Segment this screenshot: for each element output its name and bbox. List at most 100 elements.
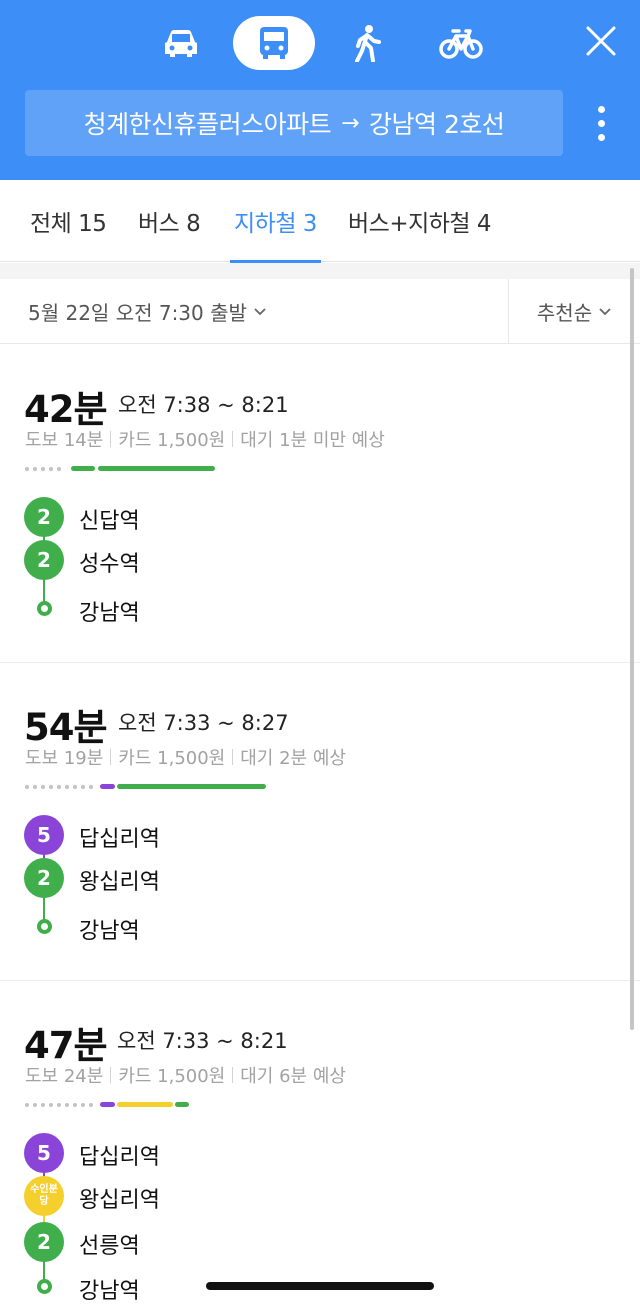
stop-name: 왕십리역	[79, 870, 160, 895]
route-card[interactable]: 42분 오전 7:38 ~ 8:21 도보 14분 카드 1,500원 대기 1…	[0, 345, 640, 663]
walk-dot	[33, 1103, 37, 1107]
line2-badge: 2	[24, 540, 64, 580]
tab-all[interactable]: 전체 15	[30, 180, 107, 262]
origin-label: 청계한신휴플러스아파트	[83, 110, 332, 139]
walk-dot	[25, 785, 29, 789]
walk-dot	[89, 1103, 93, 1107]
walk-dot	[57, 467, 61, 471]
more-dot	[597, 105, 605, 113]
stop-name: 답십리역	[79, 1145, 160, 1170]
car-icon	[165, 30, 197, 57]
divider	[232, 749, 234, 765]
route-progress-bar	[25, 784, 275, 790]
car-mode-button[interactable]	[140, 16, 222, 70]
line5-segment	[100, 1102, 115, 1107]
stop-name: 신답역	[79, 509, 140, 534]
walk-mode-button[interactable]	[326, 16, 408, 70]
wait-time: 대기 2분 예상	[240, 748, 346, 769]
walk-dot	[41, 467, 45, 471]
walk-dot	[33, 467, 37, 471]
divider	[110, 749, 112, 765]
line2-badge: 2	[24, 1222, 64, 1262]
stop-name: 성수역	[79, 552, 140, 577]
route-arrow: →	[341, 110, 360, 136]
departure-time-dropdown[interactable]: 5월 22일 오전 7:30 출발	[28, 279, 267, 344]
route-time-range: 오전 7:33 ~ 8:21	[117, 1029, 288, 1053]
destination-dot-icon	[37, 919, 52, 934]
line2-segment	[117, 784, 266, 789]
route-progress-bar	[25, 1102, 205, 1108]
route-summary-field[interactable]: 청계한신휴플러스아파트 → 강남역 2호선	[25, 90, 563, 156]
line5-badge: 5	[24, 815, 64, 855]
top-header: 청계한신휴플러스아파트 → 강남역 2호선	[0, 0, 640, 180]
tab-bus[interactable]: 버스 8	[138, 180, 201, 262]
route-progress-bar	[25, 466, 225, 472]
tab-subway[interactable]: 지하철 3	[230, 180, 321, 263]
close-button[interactable]	[580, 20, 622, 62]
fare: 카드 1,500원	[118, 1066, 226, 1087]
walk-dot	[89, 785, 93, 789]
bike-mode-button[interactable]	[420, 16, 502, 70]
divider	[232, 431, 234, 447]
line2-badge: 2	[24, 497, 64, 537]
more-options-button[interactable]	[586, 100, 616, 146]
line2-segment	[98, 466, 215, 471]
route-card[interactable]: 54분 오전 7:33 ~ 8:27 도보 19분 카드 1,500원 대기 2…	[0, 663, 640, 981]
walk-dot	[25, 1103, 29, 1107]
wait-time: 대기 6분 예상	[240, 1066, 346, 1087]
walk-dot	[49, 785, 53, 789]
route-duration: 42분	[24, 388, 108, 431]
walk-dot	[41, 1103, 45, 1107]
walk-time: 도보 14분	[25, 430, 104, 451]
suin-bundang-segment	[117, 1102, 173, 1107]
line2-segment	[71, 466, 95, 471]
divider	[110, 431, 112, 447]
walk-icon	[355, 25, 381, 62]
route-duration: 47분	[24, 1024, 108, 1067]
route-type-tabs: 전체 15 버스 8 지하철 3 버스+지하철 4	[0, 180, 640, 263]
section-gap	[0, 263, 640, 279]
walk-dot	[49, 467, 53, 471]
bus-mode-button[interactable]	[233, 16, 315, 70]
route-card[interactable]: 47분 오전 7:33 ~ 8:21 도보 24분 카드 1,500원 대기 6…	[0, 981, 640, 1304]
chevron-down-icon	[254, 307, 266, 315]
line2-segment	[175, 1102, 189, 1107]
home-indicator[interactable]	[206, 1282, 434, 1290]
sort-dropdown[interactable]: 추천순	[508, 279, 640, 344]
divider	[110, 1067, 112, 1083]
walk-dot	[41, 785, 45, 789]
destination-label: 강남역 2호선	[369, 110, 505, 139]
transport-mode-bar	[0, 14, 640, 72]
route-duration: 54분	[24, 706, 108, 749]
tab-bus-subway[interactable]: 버스+지하철 4	[348, 180, 492, 262]
route-info: 도보 14분 카드 1,500원 대기 1분 미만 예상	[25, 426, 385, 452]
route-time-range: 오전 7:33 ~ 8:27	[118, 711, 289, 735]
walk-dot	[57, 1103, 61, 1107]
fare: 카드 1,500원	[118, 430, 226, 451]
more-dot	[597, 133, 605, 141]
stop-name: 강남역	[79, 919, 140, 944]
route-line	[43, 1153, 45, 1289]
walk-dot	[33, 785, 37, 789]
wait-time: 대기 1분 미만 예상	[240, 430, 385, 451]
fare: 카드 1,500원	[118, 748, 226, 769]
walk-dot	[65, 1103, 69, 1107]
stop-name: 답십리역	[79, 827, 160, 852]
scrollbar[interactable]	[630, 268, 634, 1030]
walk-dot	[73, 785, 77, 789]
walk-dot	[81, 785, 85, 789]
walk-dot	[49, 1103, 53, 1107]
stop-name: 강남역	[79, 1279, 140, 1304]
line2-badge: 2	[24, 858, 64, 898]
walk-dot	[73, 1103, 77, 1107]
walk-dot	[65, 785, 69, 789]
walk-time: 도보 24분	[25, 1066, 104, 1087]
walk-dot	[57, 785, 61, 789]
line5-badge: 5	[24, 1133, 64, 1173]
divider	[232, 1067, 234, 1083]
route-info: 도보 24분 카드 1,500원 대기 6분 예상	[25, 1062, 346, 1088]
departure-time-label: 5월 22일 오전 7:30 출발	[28, 301, 247, 325]
walk-time: 도보 19분	[25, 748, 104, 769]
bike-icon	[439, 29, 483, 59]
close-icon	[586, 26, 616, 56]
